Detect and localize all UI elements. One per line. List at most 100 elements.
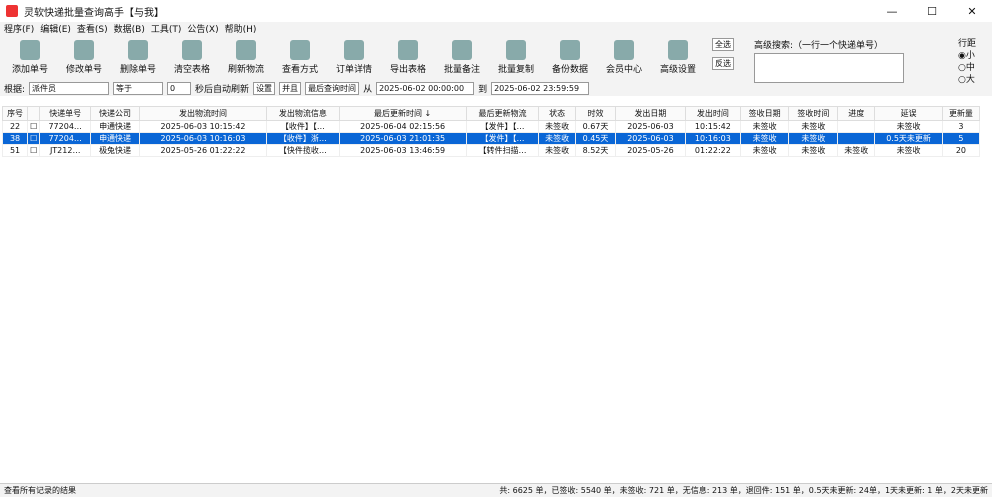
toolbar-button[interactable]: 删除单号 xyxy=(112,38,164,75)
toolbar-icon xyxy=(20,40,40,60)
column-header[interactable]: 发出物流信息 xyxy=(266,106,340,121)
spacing-large-radio[interactable]: ○大 xyxy=(958,74,984,86)
table-cell: 8.52天 xyxy=(575,144,616,157)
table-cell: 未签收 xyxy=(538,120,577,133)
row-checkbox[interactable]: ☐ xyxy=(27,144,41,157)
column-header[interactable]: 发出时间 xyxy=(685,106,741,121)
spacing-mid-radio[interactable]: ○中 xyxy=(958,62,984,74)
column-header[interactable]: 状态 xyxy=(538,106,577,121)
table-cell: 未签收 xyxy=(788,132,839,145)
table-row[interactable]: 38 ☐ 77204… 申通快递 2025-06-03 10:16:03 【收件】浙… 20… xyxy=(2,132,980,145)
toolbar-button[interactable]: 刷新物流 xyxy=(220,38,272,75)
table-cell: 未签收 xyxy=(874,144,943,157)
to-label: 到 xyxy=(478,84,488,95)
toolbar-button[interactable]: 查看方式 xyxy=(274,38,326,75)
toolbar-button[interactable]: 高级设置 xyxy=(652,38,704,75)
table-cell: 2025-06-03 21:01:35 xyxy=(338,132,467,145)
table-cell: 01:22:22 xyxy=(685,144,741,157)
table-cell: 10:15:42 xyxy=(685,120,741,133)
advanced-search-input[interactable] xyxy=(754,53,904,83)
table-cell: 未签收 xyxy=(739,120,790,133)
select-all-button[interactable]: 全选 xyxy=(712,38,734,51)
date-from-input[interactable]: 2025-06-02 00:00:00 xyxy=(376,81,475,95)
toolbar-label: 清空表格 xyxy=(173,65,210,75)
table-cell: 0.5天未更新 xyxy=(874,132,943,145)
from-label: 从 xyxy=(363,84,373,95)
toolbar-label: 导出表格 xyxy=(389,65,426,75)
column-header[interactable]: 发出日期 xyxy=(614,106,687,121)
toolbar-button[interactable]: 会员中心 xyxy=(598,38,650,75)
menu-item[interactable]: 编辑(E) xyxy=(40,22,71,36)
toolbar-icon xyxy=(128,40,148,60)
column-header[interactable]: 延误 xyxy=(874,106,943,121)
invert-selection-button[interactable]: 反选 xyxy=(712,57,734,70)
column-header[interactable]: 最后更新时间 ↓ xyxy=(338,106,467,121)
table-cell: 未签收 xyxy=(837,144,876,157)
column-header[interactable]: 进度 xyxy=(837,106,876,121)
filter-field-select[interactable]: 派件员 xyxy=(29,81,110,95)
toolbar-button[interactable]: 批量复制 xyxy=(490,38,542,75)
column-header[interactable]: 快递单号 xyxy=(39,106,92,121)
table-cell: 51 xyxy=(2,144,29,157)
table-row[interactable]: 22 ☐ 77204… 申通快递 2025-06-03 10:15:42 【收件】【… 20… xyxy=(2,120,980,133)
toolbar-button[interactable]: 备份数据 xyxy=(544,38,596,75)
table-cell xyxy=(837,132,876,145)
settings-button[interactable]: 设置 xyxy=(253,81,276,95)
toolbar-button[interactable]: 添加单号 xyxy=(4,38,56,75)
menu-item[interactable]: 帮助(H) xyxy=(225,22,257,36)
column-header[interactable]: 签收时间 xyxy=(788,106,839,121)
shipments-table: 序号 快递单号 快递公司 发出物流时间 发出物流信息 最后更新时间 ↓ 最后更新物流 状态 时效… xyxy=(2,106,980,472)
table-cell: 2025-06-03 10:16:03 xyxy=(138,132,268,145)
date-to-input[interactable]: 2025-06-02 23:59:59 xyxy=(491,81,590,95)
toolbar-button[interactable]: 导出表格 xyxy=(382,38,434,75)
table-cell xyxy=(837,120,876,133)
filter-operator-select[interactable]: 等于 xyxy=(113,81,164,95)
column-header[interactable]: 发出物流时间 xyxy=(138,106,268,121)
time-field-select[interactable]: 最后查询时间 xyxy=(305,81,360,95)
table-cell: 申通快递 xyxy=(90,132,140,145)
menu-item[interactable]: 公告(X) xyxy=(187,22,218,36)
table-cell: 申通快递 xyxy=(90,120,140,133)
toolbar-icon xyxy=(668,40,688,60)
refresh-seconds-input[interactable]: 0 xyxy=(167,81,192,95)
toolbar-label: 删除单号 xyxy=(119,65,156,75)
column-header[interactable]: 签收日期 xyxy=(739,106,790,121)
toolbar-icon xyxy=(344,40,364,60)
toolbar-button[interactable]: 清空表格 xyxy=(166,38,218,75)
row-checkbox[interactable]: ☐ xyxy=(27,120,41,133)
toolbar-button[interactable]: 修改单号 xyxy=(58,38,110,75)
column-header[interactable]: 更新量 xyxy=(941,106,980,121)
column-header[interactable]: 快递公司 xyxy=(90,106,140,121)
table-cell: 【发件】【… xyxy=(465,120,540,133)
toolbar-button[interactable]: 订单详情 xyxy=(328,38,380,75)
menu-item[interactable]: 工具(T) xyxy=(151,22,182,36)
column-header[interactable] xyxy=(27,106,41,121)
toolbar-icon xyxy=(398,40,418,60)
table-cell: 2025-06-04 02:15:56 xyxy=(338,120,467,133)
toolbar-button[interactable]: 批量备注 xyxy=(436,38,488,75)
column-header[interactable]: 序号 xyxy=(2,106,29,121)
table-cell: 【转件扫描… xyxy=(465,144,540,157)
status-summary: 共: 6625 单，已签收: 5540 单，未签收: 721 单，无信息: 21… xyxy=(499,486,988,495)
row-checkbox[interactable]: ☐ xyxy=(27,132,41,145)
toolbar-icon xyxy=(290,40,310,60)
toolbar-label: 添加单号 xyxy=(11,65,48,75)
table-cell: 【收件】【… xyxy=(266,120,340,133)
close-button[interactable]: ✕ xyxy=(952,5,992,18)
toolbar-icon xyxy=(236,40,256,60)
toolbar-label: 批量备注 xyxy=(443,65,480,75)
minimize-button[interactable]: — xyxy=(872,5,912,18)
column-header[interactable]: 时效 xyxy=(575,106,616,121)
menu-item[interactable]: 数据(B) xyxy=(114,22,145,36)
table-cell: 2025-06-03 xyxy=(614,132,687,145)
table-cell: 未签收 xyxy=(739,132,790,145)
and-select[interactable]: 并且 xyxy=(279,81,302,95)
table-row[interactable]: 51 ☐ JT212… 极兔快递 2025-05-26 01:22:22 【快件揽收… 20… xyxy=(2,144,980,157)
table-cell: 未签收 xyxy=(739,144,790,157)
spacing-small-radio[interactable]: ◉小 xyxy=(958,50,984,62)
column-header[interactable]: 最后更新物流 xyxy=(465,106,540,121)
window-title: 灵软快递批量查询高手【与我】 xyxy=(24,7,164,19)
menu-item[interactable]: 查看(S) xyxy=(77,22,108,36)
menu-item[interactable]: 程序(F) xyxy=(4,22,34,36)
maximize-button[interactable]: ☐ xyxy=(912,5,952,18)
